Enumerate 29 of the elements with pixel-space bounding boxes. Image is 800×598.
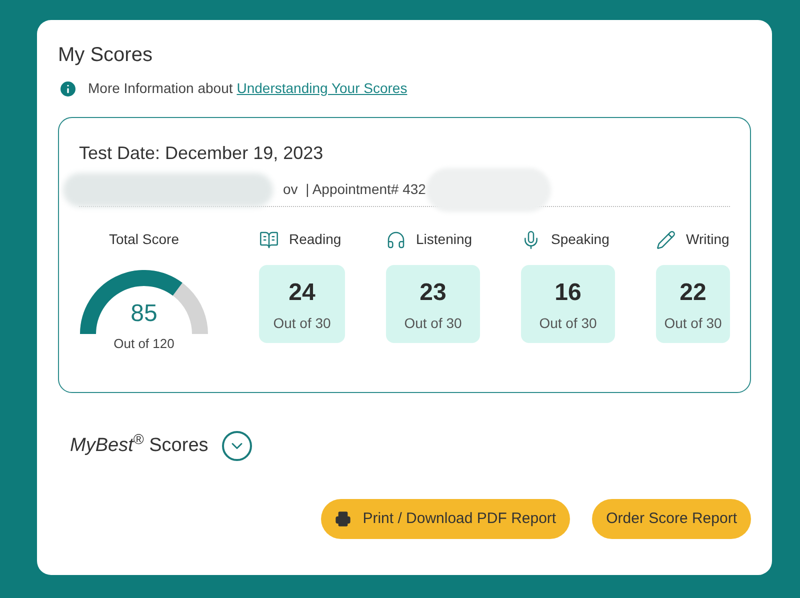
appointment-text: ov | Appointment# 432 — [283, 180, 426, 199]
mybest-title: MyBest$^{®}$ Scores — [70, 432, 208, 458]
info-text: More Information about — [88, 79, 233, 98]
total-score-label: Total Score — [108, 230, 180, 249]
pencil-icon — [656, 230, 676, 250]
scores-link[interactable]: Understanding Your Scores — [236, 78, 408, 99]
section-label: Reading — [289, 230, 342, 249]
section-score: 16 — [554, 278, 582, 308]
order-button[interactable]: Order Score Report — [592, 499, 751, 539]
section-out-of: Out of 30 — [273, 314, 331, 333]
page-title: My Scores — [58, 43, 152, 68]
section-score: 23 — [420, 278, 446, 308]
test-date: Test Date: December 19, 2023 — [79, 142, 324, 165]
expand-button[interactable] — [222, 431, 252, 461]
section-out-of: Out of 30 — [404, 314, 462, 333]
print-button[interactable]: Print / Download PDF Report — [320, 499, 570, 539]
info-icon — [58, 78, 78, 98]
section-out-of: Out of 30 — [539, 314, 597, 333]
section-label: Writing — [686, 230, 730, 249]
book-icon — [259, 230, 279, 250]
section-label: Speaking — [551, 230, 610, 249]
headphones-icon — [386, 230, 406, 250]
printer-icon — [334, 511, 351, 527]
total-score: 85 — [130, 299, 158, 329]
section-score: 24 — [288, 278, 316, 308]
section-label: Listening — [416, 230, 472, 249]
section-out-of: Out of 30 — [664, 314, 722, 333]
section-score: 22 — [680, 278, 706, 308]
total-out-of: Out of 120 — [114, 335, 174, 353]
